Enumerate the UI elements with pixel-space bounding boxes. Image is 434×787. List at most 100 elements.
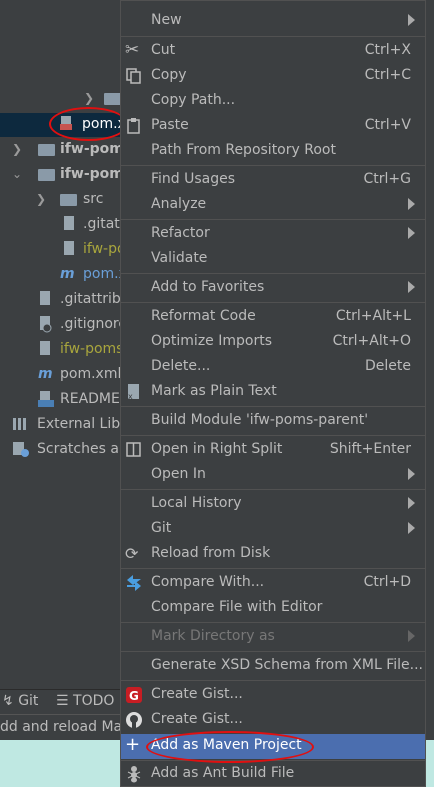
todo-tab-label: TODO [73, 693, 115, 709]
separator [121, 165, 425, 166]
module-folder-icon [38, 144, 55, 156]
menu-item-new[interactable]: New [121, 9, 425, 34]
separator [121, 273, 425, 274]
plus-icon: + [125, 734, 141, 755]
tree-label: pom.xml [60, 366, 122, 382]
file-icon [62, 215, 76, 233]
menu-item-add-to-favorites[interactable]: Add to Favorites [121, 276, 425, 301]
menu-shortcut: Ctrl+C [364, 67, 411, 83]
menu-shortcut: Ctrl+V [364, 117, 411, 133]
menu-item-validate[interactable]: Validate [121, 247, 425, 272]
menu-label: Copy Path... [151, 92, 236, 108]
separator [121, 406, 425, 407]
menu-shortcut: Delete [365, 358, 411, 374]
ignore-file-icon [38, 315, 52, 333]
menu-item-mark-plain-text[interactable]: x Mark as Plain Text [121, 380, 425, 405]
svg-text:G: G [129, 689, 139, 703]
file-icon [38, 290, 52, 308]
markdown-icon [38, 390, 54, 408]
plain-text-icon: x [125, 383, 143, 401]
submenu-arrow-icon [408, 497, 415, 509]
submenu-arrow-icon [408, 468, 415, 480]
chevron-right-icon[interactable]: ❯ [36, 192, 46, 206]
ant-icon [125, 765, 143, 783]
scratches-icon [12, 440, 29, 458]
copy-icon [125, 67, 143, 85]
menu-label: Paste [151, 117, 189, 133]
menu-shortcut: Ctrl+X [364, 42, 411, 58]
menu-label: Compare With... [151, 574, 265, 590]
menu-item-optimize-imports[interactable]: Optimize Imports Ctrl+Alt+O [121, 330, 425, 355]
menu-label: New [151, 12, 182, 28]
split-icon [125, 441, 143, 459]
menu-item-delete[interactable]: Delete... Delete [121, 355, 425, 380]
list-icon: ☰ [56, 693, 69, 709]
tree-label: .gitignore [60, 316, 127, 332]
menu-label: Analyze [151, 196, 207, 212]
git-tab[interactable]: ↯ Git [2, 693, 38, 709]
menu-item-create-gist-github[interactable]: Create Gist... [121, 708, 425, 733]
tree-label: README [60, 391, 120, 407]
menu-item-open-right-split[interactable]: Open in Right Split Shift+Enter [121, 438, 425, 463]
menu-item-compare-file-editor[interactable]: Compare File with Editor [121, 596, 425, 621]
menu-label: Copy [151, 67, 187, 83]
menu-label: Refactor [151, 225, 210, 241]
tree-label: ifw-poms [60, 341, 124, 357]
git-icon: ↯ [2, 693, 14, 709]
maven-icon: m [38, 366, 53, 382]
menu-label: Find Usages [151, 171, 236, 187]
submenu-arrow-icon [408, 14, 415, 26]
menu-label: Reformat Code [151, 308, 256, 324]
menu-item-reload-from-disk[interactable]: ⟳ Reload from Disk [121, 542, 425, 567]
file-icon [38, 340, 52, 358]
tree-label: External Libr [37, 416, 126, 432]
tree-label: Scratches an [37, 441, 128, 457]
menu-label: Delete... [151, 358, 211, 374]
menu-item-mark-directory: Mark Directory as [121, 625, 425, 650]
menu-item-copy-path[interactable]: Copy Path... [121, 89, 425, 114]
menu-item-cut[interactable]: ✂ Cut Ctrl+X [121, 39, 425, 64]
submenu-arrow-icon [408, 522, 415, 534]
menu-item-git[interactable]: Git [121, 517, 425, 542]
menu-item-paste[interactable]: Paste Ctrl+V [121, 114, 425, 139]
todo-tab[interactable]: ☰ TODO [56, 693, 114, 709]
menu-item-local-history[interactable]: Local History [121, 492, 425, 517]
menu-label: Local History [151, 495, 242, 511]
menu-label: Mark as Plain Text [151, 383, 277, 399]
menu-label: Optimize Imports [151, 333, 272, 349]
separator [121, 651, 425, 652]
folder-icon [60, 194, 77, 206]
menu-shortcut: Ctrl+D [363, 574, 411, 590]
separator [121, 489, 425, 490]
annotation-oval [49, 107, 128, 141]
menu-label: Add as Ant Build File [151, 765, 295, 781]
menu-item-reformat-code[interactable]: Reformat Code Ctrl+Alt+L [121, 305, 425, 330]
menu-shortcut: Shift+Enter [329, 441, 411, 457]
menu-item-refactor[interactable]: Refactor [121, 222, 425, 247]
separator [121, 219, 425, 220]
menu-item-copy[interactable]: Copy Ctrl+C [121, 64, 425, 89]
menu-item-analyze[interactable]: Analyze [121, 193, 425, 218]
chevron-down-icon[interactable]: ⌄ [12, 167, 22, 181]
menu-item-open-in[interactable]: Open In [121, 463, 425, 488]
menu-label: Compare File with Editor [151, 599, 323, 615]
menu-item-compare-with[interactable]: Compare With... Ctrl+D [121, 571, 425, 596]
separator [121, 36, 425, 37]
menu-label: Open in Right Split [151, 441, 283, 457]
menu-item-find-usages[interactable]: Find Usages Ctrl+G [121, 168, 425, 193]
menu-item-add-ant-build[interactable]: Add as Ant Build File [121, 762, 425, 787]
separator [121, 435, 425, 436]
module-folder-icon [38, 169, 55, 181]
menu-item-path-from-root[interactable]: Path From Repository Root [121, 139, 425, 164]
menu-item-build-module[interactable]: Build Module 'ifw-poms-parent' [121, 409, 425, 434]
menu-item-generate-xsd[interactable]: Generate XSD Schema from XML File... [121, 654, 425, 679]
submenu-arrow-icon [408, 198, 415, 210]
git-tab-label: Git [18, 693, 39, 709]
chevron-right-icon[interactable]: ❯ [12, 142, 22, 156]
menu-label: Create Gist... [151, 686, 243, 702]
menu-label: Reload from Disk [151, 545, 271, 561]
chevron-right-icon[interactable]: ❯ [84, 91, 94, 105]
menu-label: Generate XSD Schema from XML File... [151, 657, 424, 673]
separator [121, 680, 425, 681]
menu-item-create-gist-gitee[interactable]: G Create Gist... [121, 683, 425, 708]
